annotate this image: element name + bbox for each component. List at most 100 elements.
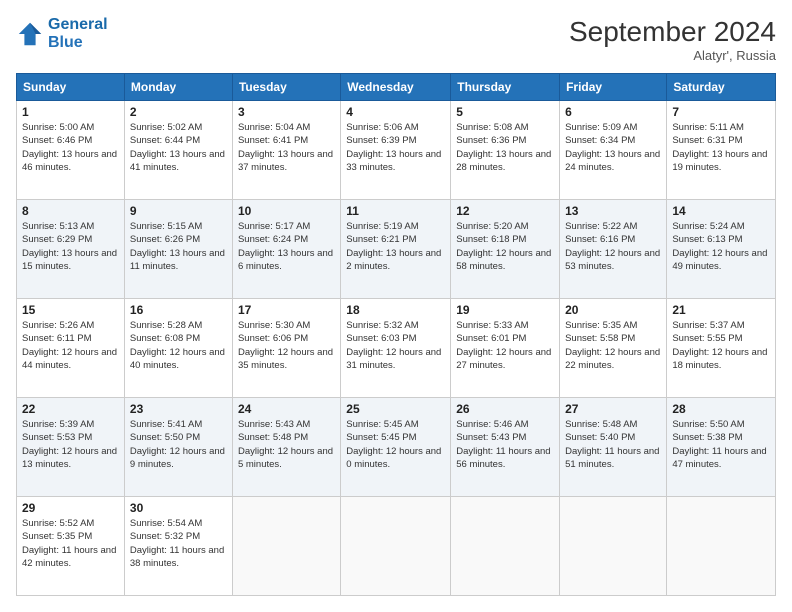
day-info: Sunrise: 5:20 AM Sunset: 6:18 PM Dayligh… xyxy=(456,220,554,273)
day-number: 1 xyxy=(22,105,119,119)
day-info: Sunrise: 5:13 AM Sunset: 6:29 PM Dayligh… xyxy=(22,220,119,273)
day-number: 21 xyxy=(672,303,770,317)
weekday-header-friday: Friday xyxy=(560,74,667,101)
day-info: Sunrise: 5:50 AM Sunset: 5:38 PM Dayligh… xyxy=(672,418,770,471)
calendar-cell: 15 Sunrise: 5:26 AM Sunset: 6:11 PM Dayl… xyxy=(17,299,125,398)
day-info: Sunrise: 5:09 AM Sunset: 6:34 PM Dayligh… xyxy=(565,121,661,174)
page: General Blue September 2024 Alatyr', Rus… xyxy=(0,0,792,612)
calendar-cell: 17 Sunrise: 5:30 AM Sunset: 6:06 PM Dayl… xyxy=(232,299,340,398)
weekday-header-monday: Monday xyxy=(124,74,232,101)
day-info: Sunrise: 5:48 AM Sunset: 5:40 PM Dayligh… xyxy=(565,418,661,471)
week-row-2: 8 Sunrise: 5:13 AM Sunset: 6:29 PM Dayli… xyxy=(17,200,776,299)
day-number: 23 xyxy=(130,402,227,416)
calendar-cell: 11 Sunrise: 5:19 AM Sunset: 6:21 PM Dayl… xyxy=(341,200,451,299)
day-info: Sunrise: 5:04 AM Sunset: 6:41 PM Dayligh… xyxy=(238,121,335,174)
calendar-cell: 24 Sunrise: 5:43 AM Sunset: 5:48 PM Dayl… xyxy=(232,398,340,497)
day-info: Sunrise: 5:00 AM Sunset: 6:46 PM Dayligh… xyxy=(22,121,119,174)
day-info: Sunrise: 5:46 AM Sunset: 5:43 PM Dayligh… xyxy=(456,418,554,471)
day-info: Sunrise: 5:54 AM Sunset: 5:32 PM Dayligh… xyxy=(130,517,227,570)
calendar-cell: 20 Sunrise: 5:35 AM Sunset: 5:58 PM Dayl… xyxy=(560,299,667,398)
title-area: September 2024 Alatyr', Russia xyxy=(569,16,776,63)
logo-icon xyxy=(16,20,44,48)
calendar-cell: 8 Sunrise: 5:13 AM Sunset: 6:29 PM Dayli… xyxy=(17,200,125,299)
weekday-header-tuesday: Tuesday xyxy=(232,74,340,101)
calendar-cell: 5 Sunrise: 5:08 AM Sunset: 6:36 PM Dayli… xyxy=(451,101,560,200)
calendar-cell: 1 Sunrise: 5:00 AM Sunset: 6:46 PM Dayli… xyxy=(17,101,125,200)
calendar-cell xyxy=(232,497,340,596)
calendar-cell: 14 Sunrise: 5:24 AM Sunset: 6:13 PM Dayl… xyxy=(667,200,776,299)
day-number: 28 xyxy=(672,402,770,416)
day-info: Sunrise: 5:41 AM Sunset: 5:50 PM Dayligh… xyxy=(130,418,227,471)
weekday-header-wednesday: Wednesday xyxy=(341,74,451,101)
calendar-cell: 28 Sunrise: 5:50 AM Sunset: 5:38 PM Dayl… xyxy=(667,398,776,497)
calendar-cell: 21 Sunrise: 5:37 AM Sunset: 5:55 PM Dayl… xyxy=(667,299,776,398)
logo-text: General Blue xyxy=(48,16,108,51)
calendar-cell: 30 Sunrise: 5:54 AM Sunset: 5:32 PM Dayl… xyxy=(124,497,232,596)
calendar-cell: 2 Sunrise: 5:02 AM Sunset: 6:44 PM Dayli… xyxy=(124,101,232,200)
day-info: Sunrise: 5:02 AM Sunset: 6:44 PM Dayligh… xyxy=(130,121,227,174)
day-info: Sunrise: 5:17 AM Sunset: 6:24 PM Dayligh… xyxy=(238,220,335,273)
calendar-cell: 25 Sunrise: 5:45 AM Sunset: 5:45 PM Dayl… xyxy=(341,398,451,497)
calendar-header: SundayMondayTuesdayWednesdayThursdayFrid… xyxy=(17,74,776,101)
calendar-cell: 16 Sunrise: 5:28 AM Sunset: 6:08 PM Dayl… xyxy=(124,299,232,398)
day-info: Sunrise: 5:22 AM Sunset: 6:16 PM Dayligh… xyxy=(565,220,661,273)
calendar-cell: 10 Sunrise: 5:17 AM Sunset: 6:24 PM Dayl… xyxy=(232,200,340,299)
day-number: 9 xyxy=(130,204,227,218)
calendar-cell: 4 Sunrise: 5:06 AM Sunset: 6:39 PM Dayli… xyxy=(341,101,451,200)
calendar-cell: 23 Sunrise: 5:41 AM Sunset: 5:50 PM Dayl… xyxy=(124,398,232,497)
logo-general: General xyxy=(48,16,108,33)
day-info: Sunrise: 5:30 AM Sunset: 6:06 PM Dayligh… xyxy=(238,319,335,372)
day-number: 19 xyxy=(456,303,554,317)
calendar-cell xyxy=(667,497,776,596)
day-number: 24 xyxy=(238,402,335,416)
day-number: 20 xyxy=(565,303,661,317)
day-info: Sunrise: 5:45 AM Sunset: 5:45 PM Dayligh… xyxy=(346,418,445,471)
calendar-cell: 19 Sunrise: 5:33 AM Sunset: 6:01 PM Dayl… xyxy=(451,299,560,398)
calendar-cell: 9 Sunrise: 5:15 AM Sunset: 6:26 PM Dayli… xyxy=(124,200,232,299)
day-number: 6 xyxy=(565,105,661,119)
day-number: 30 xyxy=(130,501,227,515)
calendar-table: SundayMondayTuesdayWednesdayThursdayFrid… xyxy=(16,73,776,596)
calendar-cell: 7 Sunrise: 5:11 AM Sunset: 6:31 PM Dayli… xyxy=(667,101,776,200)
day-number: 3 xyxy=(238,105,335,119)
day-number: 12 xyxy=(456,204,554,218)
calendar-cell: 12 Sunrise: 5:20 AM Sunset: 6:18 PM Dayl… xyxy=(451,200,560,299)
day-info: Sunrise: 5:15 AM Sunset: 6:26 PM Dayligh… xyxy=(130,220,227,273)
calendar-cell: 29 Sunrise: 5:52 AM Sunset: 5:35 PM Dayl… xyxy=(17,497,125,596)
calendar-cell xyxy=(560,497,667,596)
day-number: 29 xyxy=(22,501,119,515)
weekday-header-saturday: Saturday xyxy=(667,74,776,101)
calendar-cell: 3 Sunrise: 5:04 AM Sunset: 6:41 PM Dayli… xyxy=(232,101,340,200)
month-title: September 2024 xyxy=(569,16,776,48)
calendar-cell: 13 Sunrise: 5:22 AM Sunset: 6:16 PM Dayl… xyxy=(560,200,667,299)
week-row-1: 1 Sunrise: 5:00 AM Sunset: 6:46 PM Dayli… xyxy=(17,101,776,200)
calendar-cell: 22 Sunrise: 5:39 AM Sunset: 5:53 PM Dayl… xyxy=(17,398,125,497)
day-number: 16 xyxy=(130,303,227,317)
calendar-cell xyxy=(451,497,560,596)
week-row-3: 15 Sunrise: 5:26 AM Sunset: 6:11 PM Dayl… xyxy=(17,299,776,398)
weekday-header-thursday: Thursday xyxy=(451,74,560,101)
day-number: 10 xyxy=(238,204,335,218)
day-number: 7 xyxy=(672,105,770,119)
weekday-row: SundayMondayTuesdayWednesdayThursdayFrid… xyxy=(17,74,776,101)
day-info: Sunrise: 5:11 AM Sunset: 6:31 PM Dayligh… xyxy=(672,121,770,174)
day-number: 26 xyxy=(456,402,554,416)
day-info: Sunrise: 5:43 AM Sunset: 5:48 PM Dayligh… xyxy=(238,418,335,471)
day-number: 18 xyxy=(346,303,445,317)
day-info: Sunrise: 5:26 AM Sunset: 6:11 PM Dayligh… xyxy=(22,319,119,372)
day-number: 2 xyxy=(130,105,227,119)
day-info: Sunrise: 5:37 AM Sunset: 5:55 PM Dayligh… xyxy=(672,319,770,372)
calendar-cell: 26 Sunrise: 5:46 AM Sunset: 5:43 PM Dayl… xyxy=(451,398,560,497)
calendar-cell: 6 Sunrise: 5:09 AM Sunset: 6:34 PM Dayli… xyxy=(560,101,667,200)
day-number: 27 xyxy=(565,402,661,416)
calendar-cell xyxy=(341,497,451,596)
day-number: 17 xyxy=(238,303,335,317)
day-info: Sunrise: 5:32 AM Sunset: 6:03 PM Dayligh… xyxy=(346,319,445,372)
calendar-cell: 27 Sunrise: 5:48 AM Sunset: 5:40 PM Dayl… xyxy=(560,398,667,497)
day-info: Sunrise: 5:19 AM Sunset: 6:21 PM Dayligh… xyxy=(346,220,445,273)
day-info: Sunrise: 5:06 AM Sunset: 6:39 PM Dayligh… xyxy=(346,121,445,174)
week-row-5: 29 Sunrise: 5:52 AM Sunset: 5:35 PM Dayl… xyxy=(17,497,776,596)
day-info: Sunrise: 5:35 AM Sunset: 5:58 PM Dayligh… xyxy=(565,319,661,372)
day-number: 4 xyxy=(346,105,445,119)
header: General Blue September 2024 Alatyr', Rus… xyxy=(16,16,776,63)
